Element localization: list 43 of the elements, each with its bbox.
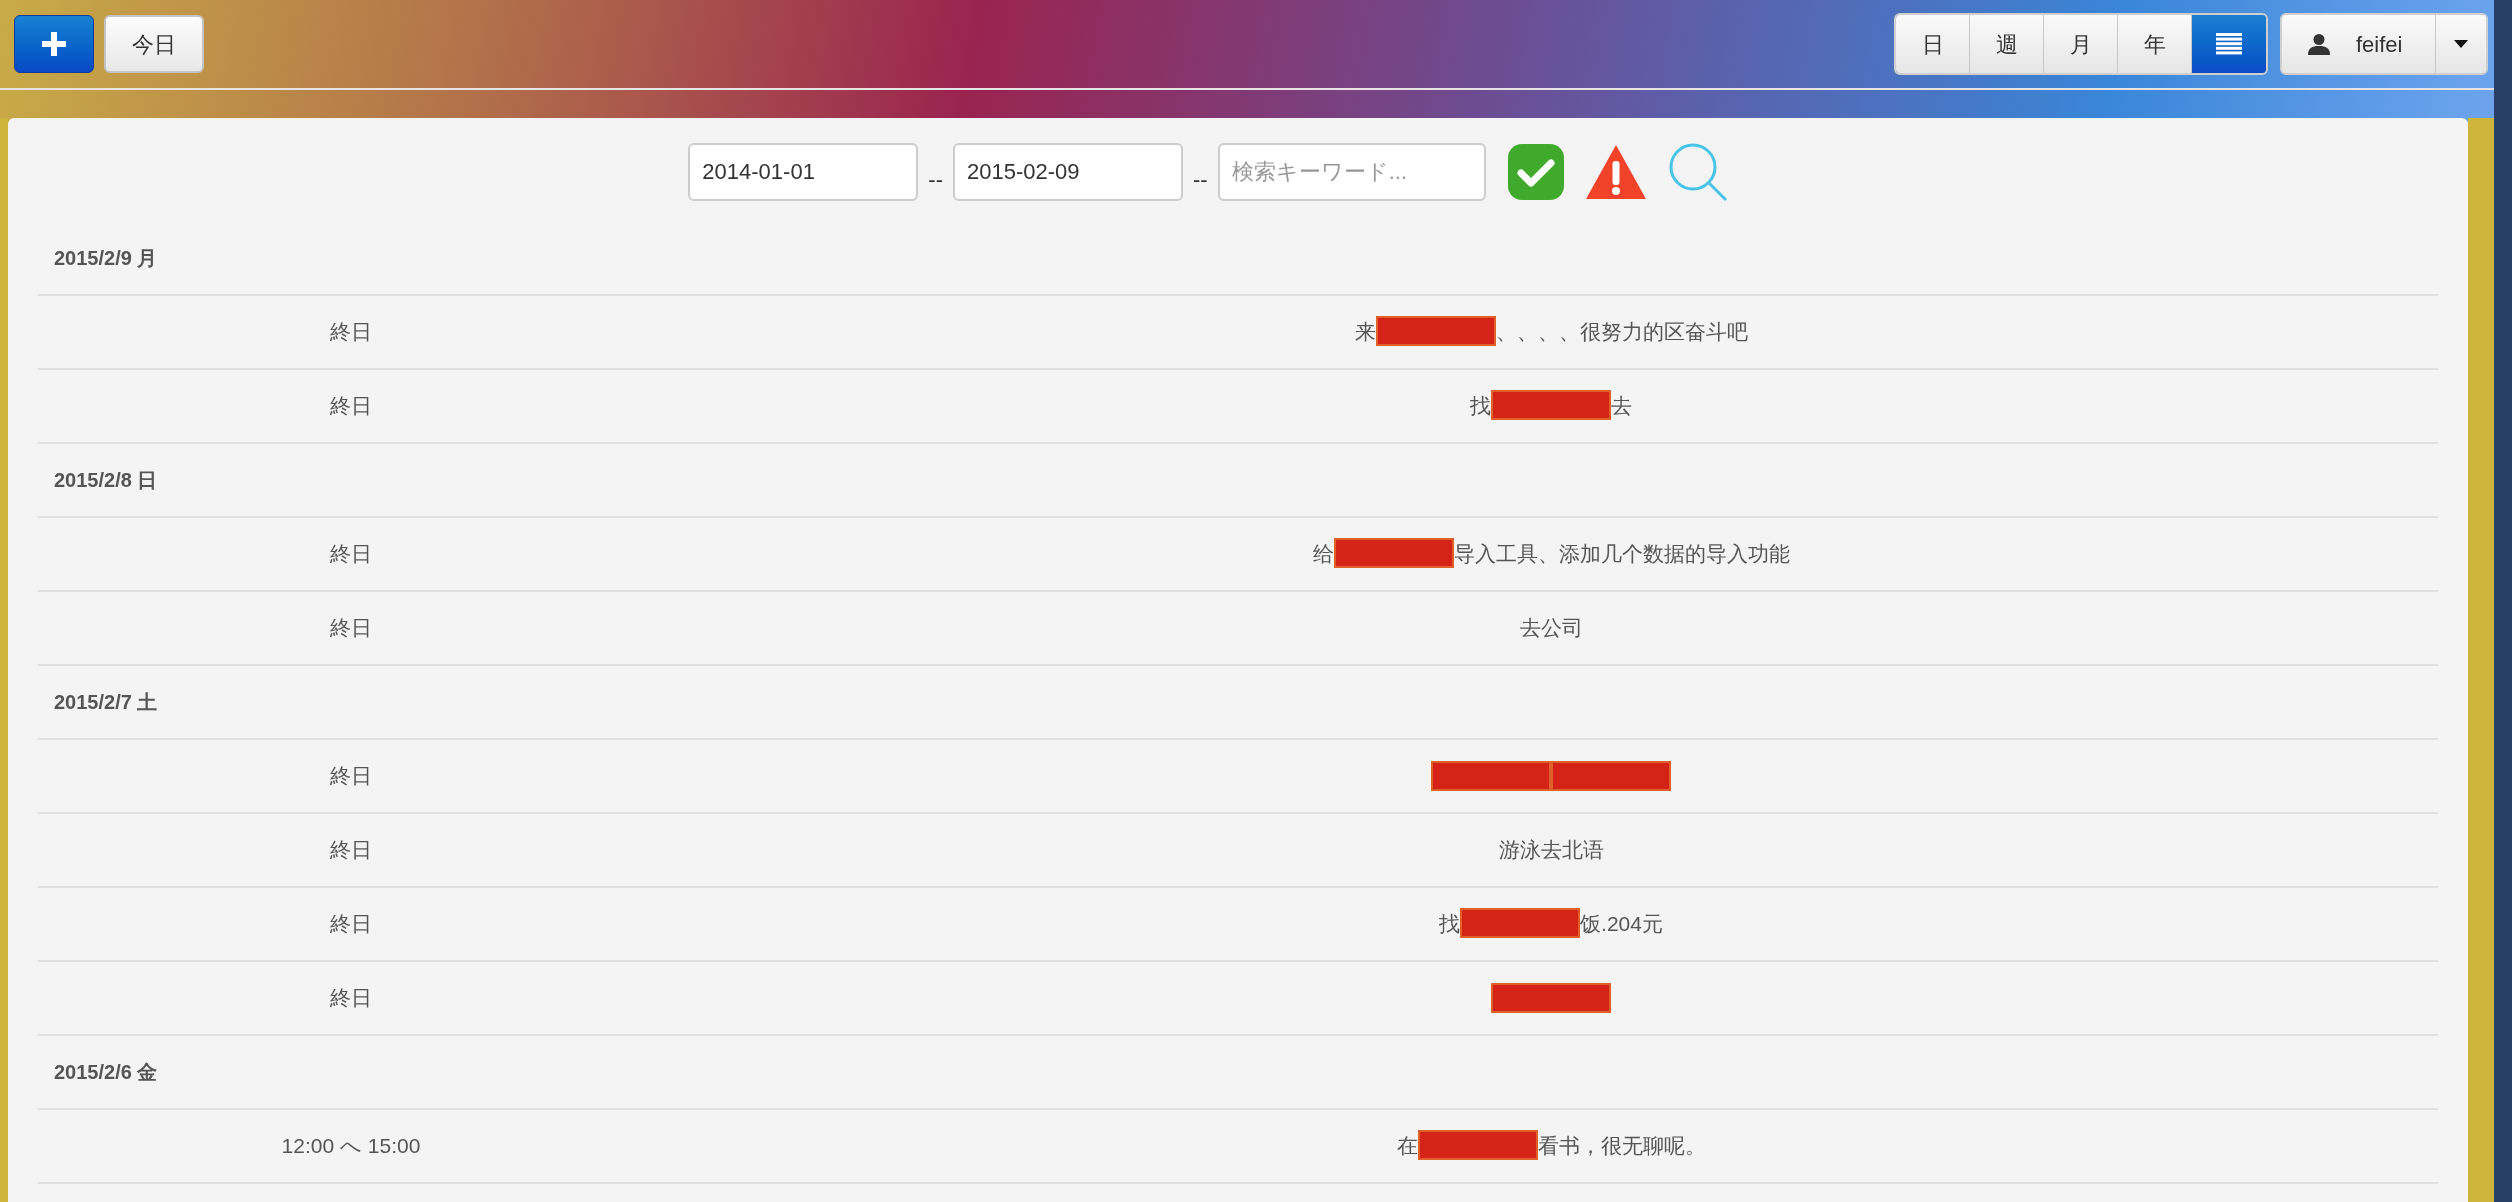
event-text: 找 — [1470, 393, 1491, 420]
event-time: 終日 — [330, 985, 372, 1012]
plus-icon — [42, 32, 66, 56]
list-view-button[interactable] — [2192, 15, 2266, 73]
event-text: 、、、、很努力的区奋斗吧 — [1495, 319, 1748, 346]
event-text: 给 — [1312, 541, 1334, 568]
date-heading: 2015/2/6 金 — [54, 1060, 158, 1085]
event-text: 来 — [1354, 319, 1376, 346]
event-time: 終日 — [330, 541, 372, 568]
view-tab[interactable]: 日 — [1896, 15, 1970, 73]
event-time: 終日 — [330, 763, 372, 790]
event-text: 导入工具、添加几个数据的导入功能 — [1453, 541, 1790, 568]
event-time: 終日 — [330, 911, 372, 938]
end-date-field[interactable]: 2015-02-09 — [953, 143, 1183, 201]
add-button[interactable] — [14, 15, 94, 73]
today-button[interactable]: 今日 — [104, 15, 204, 73]
event-time: 12:00 へ 15:00 — [281, 1133, 421, 1160]
event-text: 游泳去北语 — [1498, 837, 1604, 864]
event-time: 終日 — [330, 615, 372, 642]
keyword-search-field[interactable]: 検索キーワード... — [1217, 143, 1486, 201]
date-heading: 2015/2/8 日 — [54, 468, 158, 493]
date-heading: 2015/2/7 土 — [54, 690, 158, 715]
view-tab[interactable]: 年 — [2118, 15, 2192, 73]
person-icon — [2308, 33, 2330, 55]
event-text: 看书，很无聊呢。 — [1537, 1133, 1706, 1160]
range-separator: -- — [1193, 166, 1208, 194]
event-text: 去 — [1611, 393, 1632, 420]
range-separator: -- — [928, 166, 943, 194]
warning-icon[interactable] — [1583, 143, 1648, 201]
event-text: 在 — [1396, 1133, 1418, 1160]
view-tab[interactable]: 月 — [2044, 15, 2118, 73]
date-heading: 2015/2/9 月 — [54, 246, 158, 271]
start-date-field[interactable]: 2014-01-01 — [688, 143, 919, 201]
caret-icon — [2454, 40, 2468, 48]
checkmark-icon[interactable] — [1505, 142, 1566, 202]
event-text: 饭.204元 — [1580, 911, 1663, 938]
event-time: 終日 — [330, 837, 372, 864]
list-icon — [2216, 33, 2242, 55]
view-tab[interactable]: 週 — [1970, 15, 2044, 73]
event-text: 去公司 — [1519, 615, 1583, 642]
event-time: 終日 — [330, 319, 372, 346]
event-time: 終日 — [330, 393, 372, 420]
event-text: 找 — [1439, 911, 1461, 938]
